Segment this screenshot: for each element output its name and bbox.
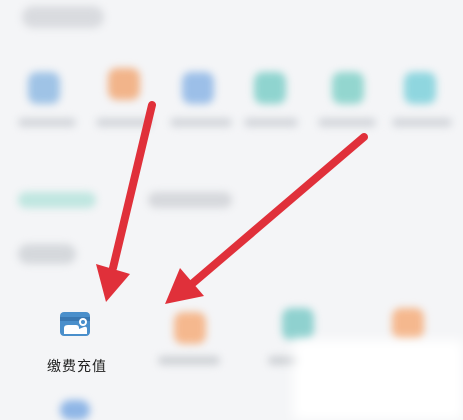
grid-icon-2[interactable] (108, 68, 140, 100)
bottom-icon-hint (60, 400, 90, 420)
grid-label-3 (170, 118, 232, 127)
row-icon-4[interactable] (392, 308, 424, 340)
tab-active[interactable] (18, 192, 96, 208)
grid-label-4 (244, 118, 298, 127)
tab-row (0, 180, 463, 220)
card-payment-svg (60, 312, 90, 336)
row-label-2 (158, 356, 220, 365)
row-icon-2[interactable] (174, 312, 206, 344)
section-heading-placeholder (18, 244, 76, 264)
grid-icon-5[interactable] (332, 72, 364, 104)
grid-label-1 (18, 118, 76, 127)
top-grid (0, 0, 463, 150)
grid-icon-6[interactable] (404, 72, 436, 104)
arrow-right (165, 133, 368, 304)
grid-icon-4[interactable] (254, 72, 286, 104)
grid-label-6 (392, 118, 452, 127)
grid-icon-3[interactable] (182, 72, 214, 104)
bottom-card (293, 340, 463, 420)
tab-inactive[interactable] (148, 192, 232, 208)
main-item-label[interactable]: 缴费充值 (47, 356, 127, 376)
grid-label-5 (318, 118, 376, 127)
card-payment-icon[interactable] (58, 310, 96, 340)
row-icon-3[interactable] (282, 308, 314, 340)
grid-icon-1[interactable] (28, 72, 60, 104)
grid-label-2 (96, 118, 152, 127)
